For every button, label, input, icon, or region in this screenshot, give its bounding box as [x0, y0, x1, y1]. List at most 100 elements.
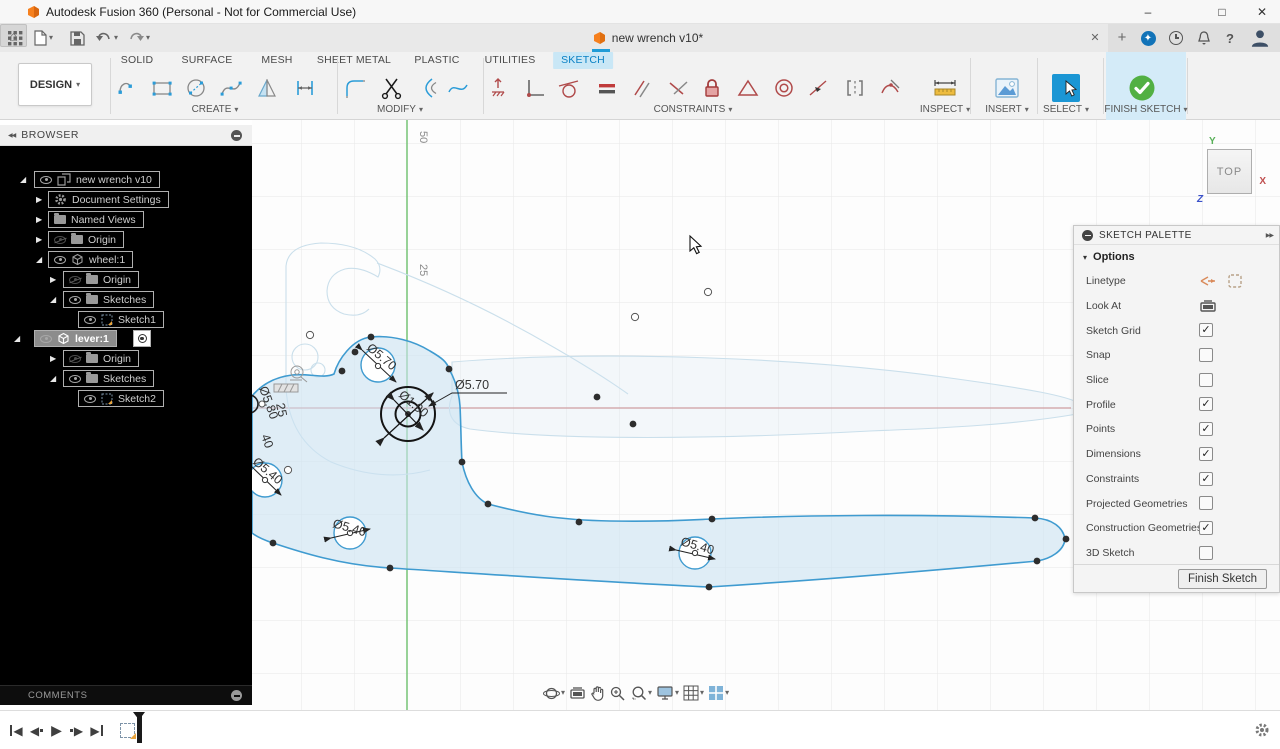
tree-item-root[interactable]: new wrench v10 [34, 171, 160, 188]
palette-options-section[interactable]: ▾ Options [1074, 245, 1279, 269]
tab-sheet-metal[interactable]: SHEET METAL [317, 54, 391, 69]
save-button[interactable] [70, 28, 85, 48]
undo-button[interactable]: ▾ [96, 28, 118, 48]
pan-button[interactable] [590, 685, 605, 701]
expand-arrow-icon[interactable]: ▶ [50, 354, 56, 363]
eye-visible-icon[interactable] [84, 394, 96, 403]
notifications-bell-icon[interactable] [1194, 28, 1214, 48]
circle-tool-icon[interactable] [182, 74, 210, 102]
display-settings-button[interactable]: ▾ [656, 685, 679, 701]
new-tab-button[interactable]: + [1112, 27, 1132, 49]
minimize-button[interactable]: – [1131, 0, 1165, 24]
timeline-step-forward-button[interactable]: ▶ [68, 722, 85, 739]
midpoint-constraint-icon[interactable] [734, 74, 762, 102]
collinear-constraint-icon[interactable] [804, 74, 832, 102]
snap-checkbox[interactable] [1199, 348, 1213, 363]
user-avatar[interactable] [1250, 28, 1270, 48]
dimensions-checkbox[interactable]: ✓ [1199, 446, 1213, 461]
group-inspect[interactable]: INSPECT ▾ [920, 104, 970, 115]
eye-hidden-icon[interactable] [54, 235, 66, 244]
eye-visible-icon[interactable] [69, 295, 81, 304]
timeline-position-marker[interactable] [133, 712, 145, 743]
job-status-icon[interactable] [1166, 28, 1186, 48]
group-select[interactable]: SELECT ▾ [1043, 104, 1089, 115]
finish-sketch-icon[interactable] [1128, 74, 1156, 102]
spline-tool-icon[interactable] [217, 74, 245, 102]
group-insert[interactable]: INSERT ▾ [985, 104, 1029, 115]
tree-item-lever-active[interactable]: lever:1 [34, 330, 117, 347]
tab-solid[interactable]: SOLID [121, 54, 154, 69]
projected-geometries-checkbox[interactable] [1199, 496, 1213, 511]
point-marker[interactable] [258, 400, 266, 408]
viewcube-face-label[interactable]: TOP [1217, 166, 1242, 178]
file-menu-button[interactable]: ▾ [34, 28, 53, 48]
panel-options-icon[interactable] [231, 130, 242, 141]
orbit-button[interactable]: ▾ [543, 685, 565, 702]
expand-arrow-icon[interactable]: ◢ [14, 334, 20, 343]
concentric-constraint-icon[interactable] [770, 74, 798, 102]
measure-tool-icon[interactable] [931, 74, 959, 102]
expand-arrow-icon[interactable]: ◢ [36, 255, 42, 264]
perpendicular-constraint-icon[interactable] [664, 74, 692, 102]
expand-arrow-icon[interactable]: ▶ [36, 215, 42, 224]
expand-arrow-icon[interactable]: ◢ [50, 295, 56, 304]
tab-surface[interactable]: SURFACE [182, 54, 233, 69]
eye-visible-icon[interactable] [40, 175, 52, 184]
expand-arrow-icon[interactable]: ◢ [50, 374, 56, 383]
group-create[interactable]: CREATE ▾ [192, 104, 239, 115]
construction-line-icon[interactable] [1227, 273, 1243, 289]
close-tab-icon[interactable]: ✕ [1087, 30, 1103, 46]
rectangle-tool-icon[interactable] [148, 74, 176, 102]
timeline-sketch-feature[interactable] [120, 723, 135, 738]
help-icon[interactable]: ? [1220, 28, 1240, 48]
mirror-tool-icon[interactable] [253, 74, 281, 102]
activate-component-radio[interactable] [133, 330, 151, 347]
document-tab[interactable]: new wrench v10* [190, 24, 1106, 52]
tree-item-wheel-sketches[interactable]: Sketches [63, 291, 155, 308]
trim-tool-icon[interactable] [378, 74, 406, 102]
eye-visible-icon[interactable] [54, 255, 66, 264]
workspace-selector[interactable]: DESIGN ▾ [18, 63, 92, 106]
timeline-skip-start-button[interactable]: ◀ [8, 722, 25, 739]
group-finish-sketch[interactable]: FINISH SKETCH ▾ [1104, 104, 1187, 115]
redo-button[interactable]: ▾ [128, 28, 150, 48]
timeline-step-back-button[interactable]: ◀ [28, 722, 45, 739]
tree-item-sketch1[interactable]: Sketch1 [78, 311, 164, 328]
comments-options-icon[interactable] [231, 690, 242, 701]
dimension-tool-icon[interactable] [291, 74, 319, 102]
tangent-constraint-icon[interactable] [554, 74, 582, 102]
timeline-play-button[interactable]: ▶ [48, 722, 65, 739]
tree-item-sketch2[interactable]: Sketch2 [78, 390, 164, 407]
eye-visible-icon[interactable] [69, 374, 81, 383]
expand-arrow-icon[interactable]: ◢ [20, 175, 26, 184]
view-cube[interactable]: TOP Y X Z [1197, 136, 1266, 205]
tree-item-document-settings[interactable]: Document Settings [48, 191, 169, 208]
close-button[interactable]: ✕ [1245, 0, 1279, 24]
tree-item-origin[interactable]: Origin [48, 231, 125, 248]
centerline-icon[interactable] [1199, 273, 1217, 289]
sketch-grid-checkbox[interactable]: ✓ [1199, 323, 1213, 338]
finish-sketch-button[interactable]: Finish Sketch [1177, 569, 1267, 589]
tree-item-named-views[interactable]: Named Views [48, 211, 144, 228]
select-tool-icon[interactable] [1052, 74, 1080, 102]
comments-bar[interactable]: COMMENTS [0, 685, 252, 705]
palette-forward-icon[interactable]: ▶▶ [1266, 232, 1274, 239]
expand-arrow-icon[interactable]: ▶ [50, 275, 56, 284]
curve-tool-icon[interactable] [444, 74, 472, 102]
eye-visible-icon[interactable] [40, 334, 52, 343]
tree-item-wheel-origin[interactable]: Origin [63, 271, 140, 288]
viewports-button[interactable]: ▾ [708, 685, 729, 701]
expand-arrow-icon[interactable]: ▶ [36, 195, 42, 204]
line-tool-icon[interactable] [114, 74, 142, 102]
equal-constraint-icon[interactable] [593, 74, 621, 102]
maximize-button[interactable]: □ [1205, 0, 1239, 24]
extensions-icon[interactable]: ✦ [1138, 28, 1158, 48]
fix-constraint-icon[interactable] [698, 74, 726, 102]
horizontal-vertical-constraint-icon[interactable] [484, 74, 512, 102]
settings-gear-icon[interactable] [1254, 722, 1270, 743]
offset-tool-icon[interactable] [414, 74, 442, 102]
tab-sketch[interactable]: SKETCH [553, 52, 613, 69]
eye-hidden-icon[interactable] [69, 354, 81, 363]
symmetry-constraint-icon[interactable] [841, 74, 869, 102]
fillet-tool-icon[interactable] [341, 74, 369, 102]
